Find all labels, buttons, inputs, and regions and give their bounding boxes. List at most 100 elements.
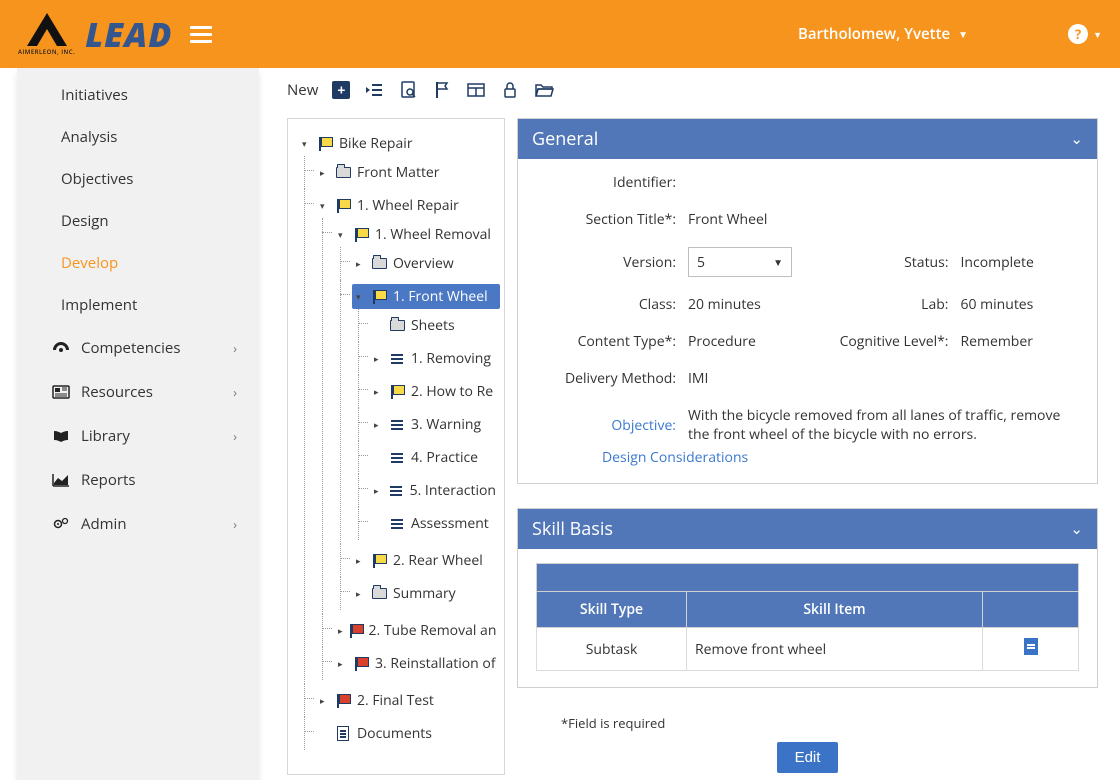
expander-icon[interactable]: ▾ xyxy=(356,290,365,303)
tree-node-documents[interactable]: Documents xyxy=(316,721,500,746)
edit-button[interactable]: Edit xyxy=(777,742,839,773)
flag-yellow-icon xyxy=(372,555,386,566)
tree-node-wheel-removal[interactable]: ▾1. Wheel Removal xyxy=(334,222,500,247)
tree-node-interaction[interactable]: ▸5. Interaction xyxy=(370,478,500,503)
tree-node-overview[interactable]: ▸Overview xyxy=(352,251,500,276)
tree-node-practice[interactable]: 4. Practice xyxy=(370,445,500,470)
news-icon xyxy=(51,385,71,399)
design-considerations-link[interactable]: Design Considerations xyxy=(602,448,748,467)
expander-icon[interactable]: ▸ xyxy=(356,587,365,600)
sidebar-label: Library xyxy=(81,426,130,446)
expander-icon[interactable]: ▸ xyxy=(338,624,343,637)
class-label: Class: xyxy=(536,295,676,314)
tree-node-wheel-repair[interactable]: ▾1. Wheel Repair xyxy=(316,193,500,218)
skill-row: Subtask Remove front wheel xyxy=(537,628,1079,671)
delivery-label: Delivery Method: xyxy=(536,369,676,388)
folder-icon xyxy=(372,258,387,269)
expander-icon[interactable]: ▸ xyxy=(338,657,347,670)
user-menu[interactable]: Bartholomew, Yvette ▼ xyxy=(798,24,968,44)
tree-node-rear-wheel[interactable]: ▸2. Rear Wheel xyxy=(352,548,500,573)
flag-yellow-icon xyxy=(318,138,332,149)
expander-icon[interactable]: ▾ xyxy=(302,137,311,150)
skill-basis-panel: Skill Basis ⌄ Skill Type Skill Item xyxy=(517,508,1098,688)
skill-doc-button[interactable] xyxy=(1024,638,1038,655)
lab-value: 60 minutes xyxy=(961,295,1080,314)
flag-yellow-icon xyxy=(372,291,386,302)
collapse-icon[interactable]: ⌄ xyxy=(1070,129,1083,149)
tree-node-final-test[interactable]: ▸2. Final Test xyxy=(316,688,500,713)
chevron-right-icon: › xyxy=(233,515,237,533)
tree-node-tube-removal[interactable]: ▸2. Tube Removal an xyxy=(334,618,500,643)
preview-icon[interactable] xyxy=(398,80,418,100)
sidebar-item-analysis[interactable]: Analysis xyxy=(17,116,259,158)
sidebar-section-reports[interactable]: Reports xyxy=(17,458,259,502)
sidebar-section-admin[interactable]: Admin › xyxy=(17,502,259,546)
outdent-icon[interactable] xyxy=(364,80,384,100)
expander-icon[interactable]: ▸ xyxy=(374,484,383,497)
delivery-value: IMI xyxy=(688,369,807,388)
expander-icon[interactable]: ▾ xyxy=(320,199,329,212)
skill-basis-header: Skill Basis ⌄ xyxy=(518,509,1097,549)
tree-node-reinstall[interactable]: ▸3. Reinstallation of xyxy=(334,651,500,676)
grid-icon[interactable] xyxy=(466,80,486,100)
sidebar-section-resources[interactable]: Resources › xyxy=(17,370,259,414)
sidebar-section-library[interactable]: Library › xyxy=(17,414,259,458)
sidebar-item-initiatives[interactable]: Initiatives xyxy=(17,74,259,116)
sidebar-item-develop[interactable]: Develop xyxy=(17,242,259,284)
book-icon xyxy=(51,429,71,443)
expander-icon[interactable]: ▸ xyxy=(356,554,365,567)
menu-toggle-icon[interactable] xyxy=(190,22,212,47)
tree-node-howto[interactable]: ▸2. How to Re xyxy=(370,379,500,404)
tree-node-removing[interactable]: ▸1. Removing xyxy=(370,346,500,371)
version-select[interactable]: 5▼ xyxy=(688,247,792,277)
tree-node-assessment[interactable]: Assessment xyxy=(370,511,500,536)
expander-icon[interactable]: ▸ xyxy=(356,257,365,270)
chevron-right-icon: › xyxy=(233,427,237,445)
tree-view: ▾Bike Repair ▸Front Matter ▾1. Wheel Rep… xyxy=(287,118,505,775)
folder-icon xyxy=(336,167,351,178)
sidebar-item-design[interactable]: Design xyxy=(17,200,259,242)
cognitive-value: Remember xyxy=(961,332,1080,351)
collapse-icon[interactable]: ⌄ xyxy=(1070,519,1083,539)
sidebar-section-competencies[interactable]: Competencies › xyxy=(17,326,259,370)
gauge-icon xyxy=(51,341,71,355)
page-icon xyxy=(389,352,405,366)
sidebar-label: Admin xyxy=(81,514,127,534)
lock-icon[interactable] xyxy=(500,80,520,100)
tree-node-summary[interactable]: ▸Summary xyxy=(352,581,500,606)
cognitive-label: Cognitive Level*: xyxy=(819,332,949,351)
folder-icon xyxy=(372,588,387,599)
expander-icon[interactable]: ▸ xyxy=(320,166,329,179)
skill-item-header: Skill Item xyxy=(687,592,983,628)
sidebar: Initiatives Analysis Objectives Design D… xyxy=(17,68,259,780)
sidebar-item-objectives[interactable]: Objectives xyxy=(17,158,259,200)
new-button[interactable]: + xyxy=(332,81,350,99)
help-menu[interactable]: ? ▼ xyxy=(1068,24,1102,44)
chevron-right-icon: › xyxy=(233,339,237,357)
tree-node-front-wheel[interactable]: ▾1. Front Wheel xyxy=(352,284,500,309)
brand-logo: LEAD xyxy=(85,11,172,57)
tree-node-front-matter[interactable]: ▸Front Matter xyxy=(316,160,500,185)
page-icon xyxy=(389,451,405,465)
general-panel: General ⌄ Identifier: Section Title*: Fr… xyxy=(517,118,1098,484)
flag-icon[interactable] xyxy=(432,80,452,100)
sidebar-item-implement[interactable]: Implement xyxy=(17,284,259,326)
flag-yellow-icon xyxy=(390,386,404,397)
tree-node-warning[interactable]: ▸3. Warning xyxy=(370,412,500,437)
expander-icon[interactable]: ▸ xyxy=(374,385,383,398)
expander-icon[interactable]: ▸ xyxy=(374,352,383,365)
lab-label: Lab: xyxy=(819,295,949,314)
expander-icon[interactable]: ▸ xyxy=(320,694,329,707)
caret-down-icon: ▼ xyxy=(1093,28,1102,41)
chevron-right-icon: › xyxy=(233,383,237,401)
tree-node-root[interactable]: ▾Bike Repair xyxy=(298,131,500,156)
expander-icon[interactable]: ▾ xyxy=(338,228,347,241)
tree-node-sheets[interactable]: Sheets xyxy=(370,313,500,338)
required-note: *Field is required xyxy=(561,714,1098,732)
version-label: Version: xyxy=(536,253,676,272)
objective-label[interactable]: Objective: xyxy=(536,416,676,435)
folder-open-icon[interactable] xyxy=(534,80,554,100)
company-logo: AIMERLEON, INC. xyxy=(18,13,75,56)
sidebar-label: Reports xyxy=(81,470,136,490)
expander-icon[interactable]: ▸ xyxy=(374,418,383,431)
